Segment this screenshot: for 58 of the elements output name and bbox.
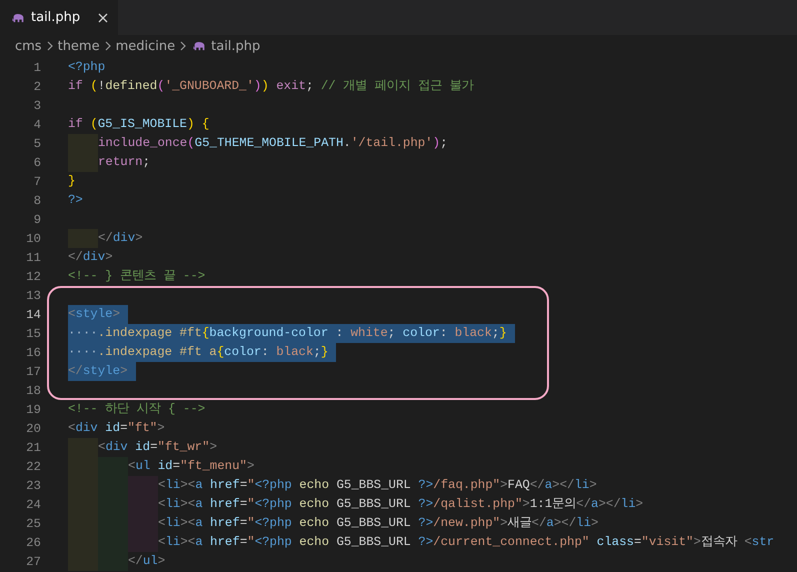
line-number: 19: [25, 402, 41, 416]
line-number: 23: [25, 478, 41, 492]
line-number: 15: [25, 326, 41, 340]
line-number: 12: [25, 270, 41, 284]
line-number: 24: [25, 498, 41, 512]
line-number: 11: [25, 250, 41, 264]
line-number: 14: [25, 308, 41, 322]
line-number: 20: [25, 422, 41, 436]
line-number: 13: [25, 288, 41, 302]
line-number: 26: [25, 536, 41, 550]
line-number: 17: [25, 364, 41, 378]
line-number: 27: [25, 554, 41, 568]
code-line: if (!defined('_GNUBOARD_')) exit; // 개별 페이지 접근 불가: [68, 78, 474, 95]
line-number: 16: [25, 346, 41, 360]
line-number: 10: [25, 232, 41, 246]
line-number: 3: [32, 98, 41, 112]
code-line: include_once(G5_THEME_MOBILE_PATH.'/tail.php');: [98, 135, 448, 152]
code-line: <li><a href="<?php echo G5_BBS_URL ?>/new.php">새글</a></li>: [158, 515, 598, 532]
editor-tab[interactable]: tail.php: [0, 0, 118, 35]
line-number: 18: [25, 384, 41, 398]
breadcrumb-item[interactable]: theme: [58, 38, 100, 54]
line-number: 4: [32, 118, 41, 132]
elephant-icon: [193, 41, 206, 51]
code-line: <ul id="ft_menu">: [128, 458, 254, 475]
code-line: <li><a href="<?php echo G5_BBS_URL ?>/qalist.php">1:1문의</a></li>: [158, 496, 644, 513]
code-line: return;: [98, 154, 150, 171]
code-line: <div id="ft">: [68, 420, 165, 437]
breadcrumb-item[interactable]: cms: [15, 38, 42, 54]
chevron-icon: [46, 41, 53, 51]
line-number: 5: [32, 136, 41, 150]
code-line: <div id="ft_wr">: [98, 439, 217, 456]
line-number: 7: [32, 174, 41, 188]
code-line: }: [68, 173, 76, 190]
chevron-icon: [180, 41, 186, 51]
code-line: ?>: [68, 192, 83, 209]
code-line: <!-- 하단 시작 { -->: [68, 401, 206, 418]
code-line: <li><a href="<?php echo G5_BBS_URL ?>/current_connect.php" class="visit">접속자 <str: [158, 534, 774, 551]
line-number: 1: [32, 60, 41, 74]
line-number: 6: [32, 156, 41, 170]
code-line: </div>: [68, 249, 113, 266]
close-icon[interactable]: [98, 12, 108, 22]
code-line: if (G5_IS_MOBILE) {: [68, 116, 210, 133]
code-line: <li><a href="<?php echo G5_BBS_URL ?>/faq.php">FAQ</a></li>: [158, 477, 597, 494]
line-number: 8: [32, 194, 41, 208]
breadcrumb-item[interactable]: tail.php: [211, 38, 260, 54]
line-number: 22: [25, 460, 41, 474]
line-number: 21: [25, 440, 41, 454]
code-line: </div>: [98, 230, 143, 247]
code-line: <!-- } 콘텐츠 끝 -->: [68, 268, 206, 285]
line-number: 2: [32, 80, 41, 94]
tab-label: tail.php: [31, 10, 80, 25]
chevron-icon: [104, 41, 111, 51]
code-line: </ul>: [128, 553, 166, 570]
code-line: <?php: [68, 59, 106, 76]
elephant-icon: [12, 12, 25, 22]
line-number: 9: [32, 212, 41, 226]
breadcrumb-item[interactable]: medicine: [116, 38, 176, 54]
line-number: 25: [25, 516, 41, 530]
